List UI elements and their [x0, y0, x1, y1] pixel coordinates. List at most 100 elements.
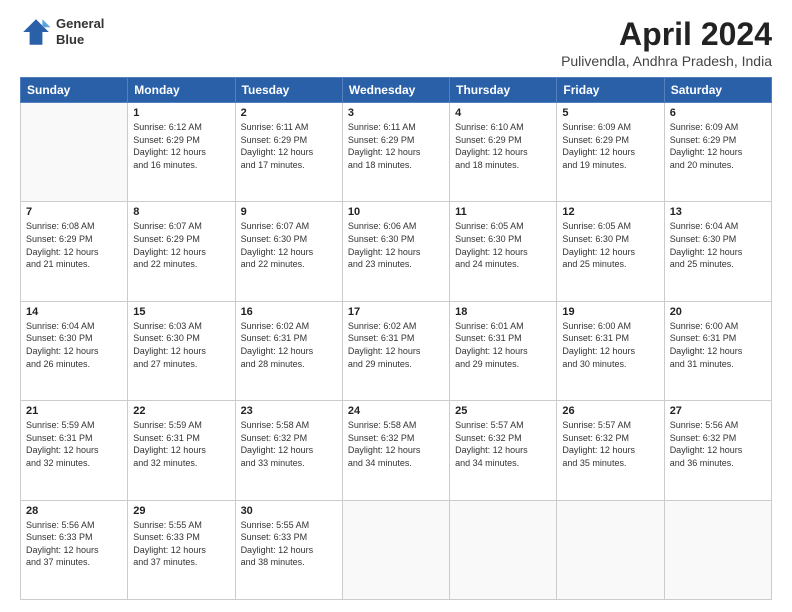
calendar-cell: 15Sunrise: 6:03 AM Sunset: 6:30 PM Dayli… — [128, 301, 235, 400]
calendar-cell: 9Sunrise: 6:07 AM Sunset: 6:30 PM Daylig… — [235, 202, 342, 301]
day-number: 25 — [455, 405, 551, 417]
header-saturday: Saturday — [664, 78, 771, 103]
logo-icon — [20, 16, 52, 48]
cell-info: Sunrise: 6:00 AM Sunset: 6:31 PM Dayligh… — [670, 320, 766, 370]
calendar-cell: 18Sunrise: 6:01 AM Sunset: 6:31 PM Dayli… — [450, 301, 557, 400]
day-number: 27 — [670, 405, 766, 417]
calendar-week-1: 1Sunrise: 6:12 AM Sunset: 6:29 PM Daylig… — [21, 103, 772, 202]
calendar-cell: 20 Sunrise: 6:00 AM Sunset: 6:31 PM Dayli… — [664, 301, 771, 400]
calendar-cell: 28 Sunrise: 5:56 AM Sunset: 6:33 PM Dayli… — [21, 500, 128, 599]
calendar-cell — [557, 500, 664, 599]
header-monday: Monday — [128, 78, 235, 103]
day-number: 16 — [241, 306, 337, 318]
cell-info: Sunrise: 6:09 AM Sunset: 6:29 PM Dayligh… — [562, 121, 658, 171]
calendar-cell: 19 Sunrise: 6:00 AM Sunset: 6:31 PM Dayli… — [557, 301, 664, 400]
location: Pulivendla, Andhra Pradesh, India — [561, 53, 772, 69]
cell-info: Sunrise: 6:02 AM Sunset: 6:31 PM Dayligh… — [241, 320, 337, 370]
calendar-cell: 21 Sunrise: 5:59 AM Sunset: 6:31 PM Dayli… — [21, 401, 128, 500]
page: General Blue April 2024 Pulivendla, Andh… — [0, 0, 792, 612]
calendar-week-4: 21 Sunrise: 5:59 AM Sunset: 6:31 PM Dayli… — [21, 401, 772, 500]
calendar-week-3: 14Sunrise: 6:04 AM Sunset: 6:30 PM Dayli… — [21, 301, 772, 400]
day-number: 8 — [133, 206, 229, 218]
cell-info: Sunrise: 6:11 AM Sunset: 6:29 PM Dayligh… — [348, 121, 444, 171]
header: General Blue April 2024 Pulivendla, Andh… — [20, 16, 772, 69]
day-number: 10 — [348, 206, 444, 218]
cell-info: Sunrise: 5:59 AM Sunset: 6:31 PM Dayligh… — [26, 419, 122, 469]
day-number: 24 — [348, 405, 444, 417]
cell-info: Sunrise: 6:06 AM Sunset: 6:30 PM Dayligh… — [348, 220, 444, 270]
day-number: 7 — [26, 206, 122, 218]
calendar-cell: 24 Sunrise: 5:58 AM Sunset: 6:32 PM Dayli… — [342, 401, 449, 500]
calendar-cell: 10 Sunrise: 6:06 AM Sunset: 6:30 PM Dayli… — [342, 202, 449, 301]
logo-text: General Blue — [56, 16, 104, 47]
day-number: 2 — [241, 107, 337, 119]
day-number: 15 — [133, 306, 229, 318]
cell-info: Sunrise: 5:59 AM Sunset: 6:31 PM Dayligh… — [133, 419, 229, 469]
calendar-cell — [342, 500, 449, 599]
day-number: 11 — [455, 206, 551, 218]
cell-info: Sunrise: 6:11 AM Sunset: 6:29 PM Dayligh… — [241, 121, 337, 171]
day-number: 30 — [241, 505, 337, 517]
day-number: 13 — [670, 206, 766, 218]
calendar-cell: 8Sunrise: 6:07 AM Sunset: 6:29 PM Daylig… — [128, 202, 235, 301]
calendar-week-2: 7 Sunrise: 6:08 AM Sunset: 6:29 PM Daylig… — [21, 202, 772, 301]
calendar-cell: 13 Sunrise: 6:04 AM Sunset: 6:30 PM Dayli… — [664, 202, 771, 301]
day-number: 12 — [562, 206, 658, 218]
calendar-cell — [664, 500, 771, 599]
cell-info: Sunrise: 6:12 AM Sunset: 6:29 PM Dayligh… — [133, 121, 229, 171]
day-number: 29 — [133, 505, 229, 517]
logo-line2: Blue — [56, 32, 104, 48]
cell-info: Sunrise: 6:05 AM Sunset: 6:30 PM Dayligh… — [562, 220, 658, 270]
calendar-cell: 29 Sunrise: 5:55 AM Sunset: 6:33 PM Dayli… — [128, 500, 235, 599]
day-number: 21 — [26, 405, 122, 417]
calendar-cell: 30 Sunrise: 5:55 AM Sunset: 6:33 PM Dayli… — [235, 500, 342, 599]
cell-info: Sunrise: 5:56 AM Sunset: 6:32 PM Dayligh… — [670, 419, 766, 469]
logo-line1: General — [56, 16, 104, 32]
cell-info: Sunrise: 5:56 AM Sunset: 6:33 PM Dayligh… — [26, 519, 122, 569]
day-number: 19 — [562, 306, 658, 318]
calendar-cell: 7 Sunrise: 6:08 AM Sunset: 6:29 PM Daylig… — [21, 202, 128, 301]
calendar-cell: 16 Sunrise: 6:02 AM Sunset: 6:31 PM Dayli… — [235, 301, 342, 400]
header-thursday: Thursday — [450, 78, 557, 103]
header-friday: Friday — [557, 78, 664, 103]
calendar-cell: 17 Sunrise: 6:02 AM Sunset: 6:31 PM Dayli… — [342, 301, 449, 400]
header-wednesday: Wednesday — [342, 78, 449, 103]
cell-info: Sunrise: 5:57 AM Sunset: 6:32 PM Dayligh… — [562, 419, 658, 469]
cell-info: Sunrise: 6:02 AM Sunset: 6:31 PM Dayligh… — [348, 320, 444, 370]
day-number: 22 — [133, 405, 229, 417]
calendar-cell: 26 Sunrise: 5:57 AM Sunset: 6:32 PM Dayli… — [557, 401, 664, 500]
cell-info: Sunrise: 6:05 AM Sunset: 6:30 PM Dayligh… — [455, 220, 551, 270]
day-number: 26 — [562, 405, 658, 417]
cell-info: Sunrise: 6:08 AM Sunset: 6:29 PM Dayligh… — [26, 220, 122, 270]
cell-info: Sunrise: 6:09 AM Sunset: 6:29 PM Dayligh… — [670, 121, 766, 171]
calendar-cell: 6 Sunrise: 6:09 AM Sunset: 6:29 PM Daylig… — [664, 103, 771, 202]
calendar-cell: 2 Sunrise: 6:11 AM Sunset: 6:29 PM Daylig… — [235, 103, 342, 202]
cell-info: Sunrise: 6:01 AM Sunset: 6:31 PM Dayligh… — [455, 320, 551, 370]
logo: General Blue — [20, 16, 104, 48]
day-number: 20 — [670, 306, 766, 318]
day-number: 17 — [348, 306, 444, 318]
calendar-table: Sunday Monday Tuesday Wednesday Thursday… — [20, 77, 772, 600]
day-number: 6 — [670, 107, 766, 119]
calendar-cell: 1Sunrise: 6:12 AM Sunset: 6:29 PM Daylig… — [128, 103, 235, 202]
day-number: 5 — [562, 107, 658, 119]
cell-info: Sunrise: 5:55 AM Sunset: 6:33 PM Dayligh… — [133, 519, 229, 569]
title-block: April 2024 Pulivendla, Andhra Pradesh, I… — [561, 16, 772, 69]
day-number: 3 — [348, 107, 444, 119]
calendar-cell: 5 Sunrise: 6:09 AM Sunset: 6:29 PM Daylig… — [557, 103, 664, 202]
cell-info: Sunrise: 6:10 AM Sunset: 6:29 PM Dayligh… — [455, 121, 551, 171]
day-number: 23 — [241, 405, 337, 417]
cell-info: Sunrise: 6:00 AM Sunset: 6:31 PM Dayligh… — [562, 320, 658, 370]
cell-info: Sunrise: 5:55 AM Sunset: 6:33 PM Dayligh… — [241, 519, 337, 569]
calendar-cell: 14Sunrise: 6:04 AM Sunset: 6:30 PM Dayli… — [21, 301, 128, 400]
calendar-cell: 3 Sunrise: 6:11 AM Sunset: 6:29 PM Daylig… — [342, 103, 449, 202]
header-sunday: Sunday — [21, 78, 128, 103]
calendar-cell: 22 Sunrise: 5:59 AM Sunset: 6:31 PM Dayli… — [128, 401, 235, 500]
day-number: 4 — [455, 107, 551, 119]
calendar-cell: 27 Sunrise: 5:56 AM Sunset: 6:32 PM Dayli… — [664, 401, 771, 500]
cell-info: Sunrise: 6:04 AM Sunset: 6:30 PM Dayligh… — [670, 220, 766, 270]
cell-info: Sunrise: 5:58 AM Sunset: 6:32 PM Dayligh… — [348, 419, 444, 469]
day-number: 28 — [26, 505, 122, 517]
calendar-cell — [21, 103, 128, 202]
calendar-cell: 12 Sunrise: 6:05 AM Sunset: 6:30 PM Dayli… — [557, 202, 664, 301]
